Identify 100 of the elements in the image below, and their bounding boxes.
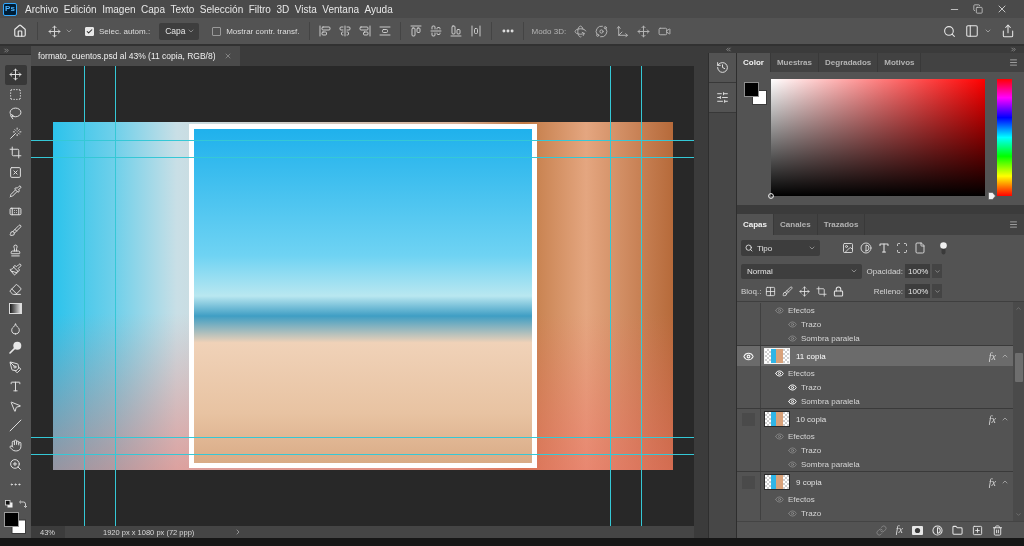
gradient-icon[interactable] [9,302,22,316]
search-icon[interactable] [943,24,956,38]
chevron-down-icon[interactable] [808,244,816,252]
menu-item[interactable]: Ventana [322,3,359,15]
layer-dropdown[interactable]: Capa [159,22,200,40]
move-arrows-icon[interactable] [799,285,811,297]
rotate-3d-icon[interactable] [574,24,588,38]
lasso-icon[interactable] [9,107,22,121]
dashed-rectangle-icon[interactable] [9,87,22,101]
filter-dropdown[interactable]: Tipo [741,240,820,256]
tool-button[interactable] [4,65,27,85]
eye-icon[interactable] [788,382,797,392]
search-icon[interactable] [745,244,753,252]
caret-icon[interactable] [1001,478,1009,486]
crop-icon[interactable] [816,285,828,297]
history-icon[interactable] [716,61,729,74]
menu-item[interactable]: Filtro [248,3,271,15]
pointer-arrow-icon[interactable] [9,399,22,413]
panel-tab[interactable]: Motivos [878,53,922,72]
properties-button[interactable] [709,83,736,113]
eye-icon[interactable] [788,396,797,406]
type-icon[interactable] [878,242,890,254]
layer-row[interactable]: 10 copia fx [737,408,1013,429]
brush-icon[interactable] [9,224,22,238]
checkerboard-icon[interactable] [765,285,777,297]
eye-icon[interactable] [775,368,784,378]
eyedropper-icon[interactable] [9,185,22,199]
blend-mode-dropdown[interactable]: Normal [741,263,862,279]
magic-wand-icon[interactable] [9,126,22,140]
distribute-vertical-icon[interactable] [378,25,391,37]
chevron-down-icon[interactable] [187,27,196,35]
brush-icon[interactable] [782,285,794,297]
image-icon[interactable] [842,242,854,254]
trash-icon[interactable] [992,524,1003,536]
crossed-frame-icon[interactable] [9,165,22,179]
adjustment-icon[interactable] [860,242,872,254]
menu-item[interactable]: Selección [199,3,244,15]
menu-item[interactable]: Vista [294,3,317,15]
collapse-icon[interactable] [725,46,732,53]
hand-icon[interactable] [9,438,22,452]
menu-icon[interactable] [1009,58,1018,67]
adjustment-icon[interactable] [932,524,943,536]
align-left-icon[interactable] [318,25,331,37]
fill-field[interactable]: 100% [905,284,930,298]
panel-tab[interactable]: Degradados [819,53,879,72]
type-icon[interactable] [9,380,22,394]
move-arrows-icon[interactable] [9,68,22,82]
zoom-icon[interactable] [9,458,22,472]
move-3d-icon[interactable] [616,24,630,38]
folder-icon[interactable] [952,524,963,536]
menu-item[interactable]: 3D [276,3,290,15]
add-style-button[interactable]: fx [895,525,903,535]
menu-item[interactable]: Capa [141,3,165,15]
panel-tab[interactable]: Muestras [770,53,819,72]
chevron-down-icon[interactable] [984,27,992,35]
lock-icon[interactable] [833,285,845,297]
color-swatch-icon[interactable] [744,82,767,105]
mask-icon[interactable] [912,525,923,535]
color-swatch-icon[interactable] [4,512,26,534]
document-tab[interactable]: formato_cuentos.psd al 43% (11 copia, RGB/8) [31,46,240,66]
panel-tab[interactable]: Canales [774,214,818,235]
stamp-icon[interactable] [9,243,22,257]
line-icon[interactable] [9,419,22,433]
menu-item[interactable]: Archivo [25,3,59,15]
panel-tab[interactable]: Capas [737,214,774,235]
align-bottom-icon[interactable] [449,25,462,37]
eraser-icon[interactable] [9,282,22,296]
menu-item[interactable]: Edición [63,3,97,15]
toggle-icon[interactable] [940,241,947,255]
orbit-icon[interactable] [595,24,609,38]
paintbrush-icon[interactable] [9,263,22,277]
panel-tab[interactable]: Trazados [817,214,866,235]
panel-tab[interactable]: Color [737,53,771,72]
color-field[interactable] [771,79,985,196]
align-center-icon[interactable] [338,25,351,37]
menu-item[interactable]: Ayuda [364,3,393,15]
close-icon[interactable] [223,52,232,60]
scrollbar-thumb[interactable] [1014,353,1023,382]
menu-item[interactable]: Imagen [102,3,136,15]
align-top-icon[interactable] [409,25,422,37]
dodge-icon[interactable] [9,341,22,355]
close-icon[interactable] [996,3,1008,15]
chevron-down-icon[interactable] [65,27,73,35]
distribute-horizontal-icon[interactable] [469,25,482,37]
layer-row[interactable]: 11 copia fx [737,345,1013,366]
transform-icon[interactable] [896,242,908,254]
sliders-icon[interactable] [716,91,729,104]
scrollbar[interactable] [1013,302,1024,521]
droplet-icon[interactable] [9,321,22,335]
layer-row[interactable]: 9 copia fx [737,471,1013,492]
home-icon[interactable] [13,24,27,38]
slider-thumb[interactable] [988,192,996,200]
menu-item[interactable]: Texto [170,3,195,15]
opacity-field[interactable]: 100% [905,264,930,278]
marker-icon[interactable] [768,193,774,199]
align-right-icon[interactable] [358,25,371,37]
align-middle-icon[interactable] [429,25,442,37]
move-arrows-icon[interactable] [637,24,651,38]
move-arrows-icon[interactable] [48,24,61,38]
file-icon[interactable] [914,242,926,254]
